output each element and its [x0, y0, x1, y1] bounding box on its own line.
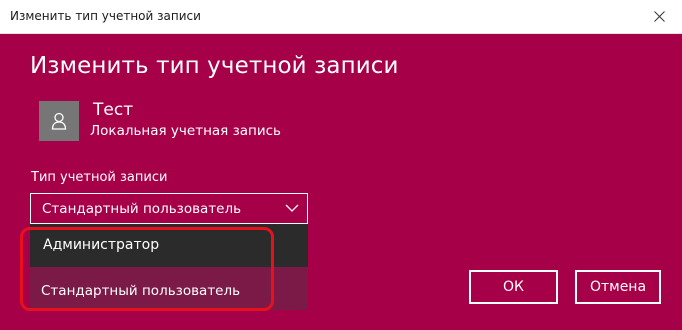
- user-name: Тест: [93, 100, 134, 120]
- cancel-button[interactable]: Отмена: [575, 270, 661, 304]
- account-type-label: Тип учетной записи: [31, 170, 168, 185]
- window-title: Изменить тип учетной записи: [10, 9, 201, 23]
- title-bar: Изменить тип учетной записи: [0, 0, 682, 34]
- chevron-down-icon: [285, 204, 299, 212]
- user-icon: [51, 112, 67, 130]
- account-type-selected-value: Стандартный пользователь: [42, 201, 242, 217]
- close-button[interactable]: [636, 0, 682, 33]
- page-title: Изменить тип учетной записи: [30, 53, 399, 79]
- option-label: Стандартный пользователь: [41, 283, 241, 299]
- ok-button[interactable]: ОК: [469, 270, 558, 304]
- option-label: Администратор: [43, 237, 160, 253]
- option-administrator[interactable]: Администратор: [30, 224, 308, 267]
- account-type-dropdown-list: Администратор Стандартный пользователь: [30, 224, 308, 310]
- account-type-select[interactable]: Стандартный пользователь: [30, 193, 308, 224]
- close-icon: [653, 11, 665, 22]
- option-standard-user[interactable]: Стандартный пользователь: [30, 267, 308, 310]
- account-kind-label: Локальная учетная запись: [90, 123, 282, 139]
- avatar: [39, 101, 79, 141]
